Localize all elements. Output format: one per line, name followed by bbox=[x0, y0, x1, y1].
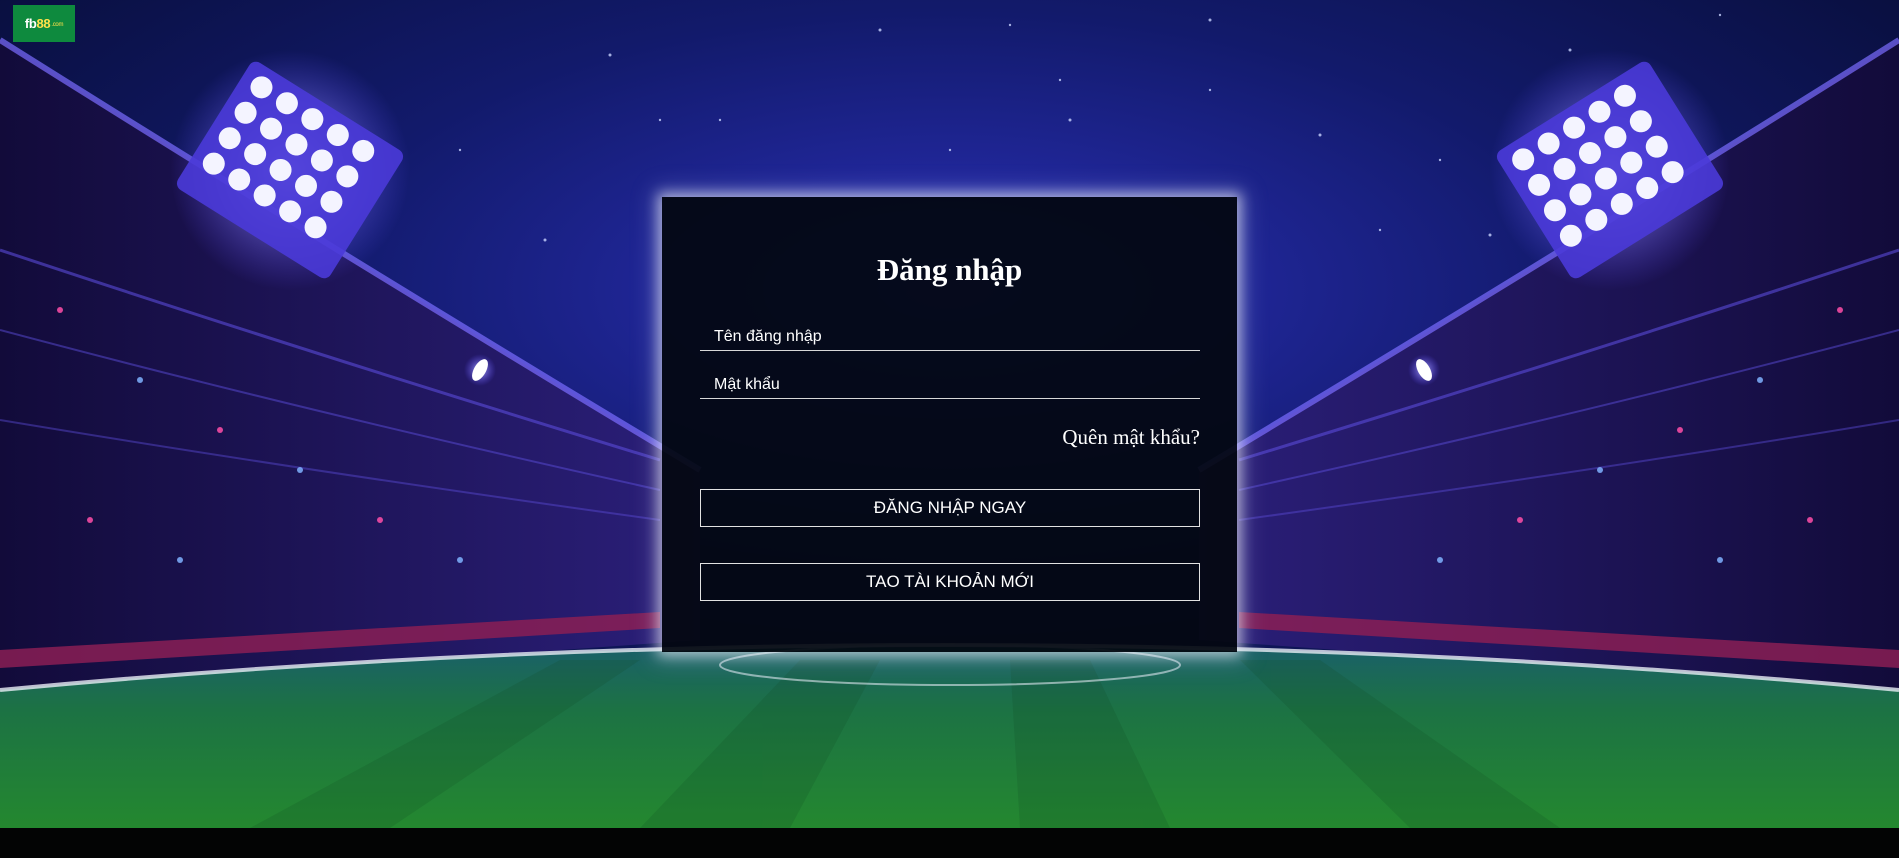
logo-text-domain: .com bbox=[51, 22, 64, 28]
username-field bbox=[700, 323, 1200, 351]
login-now-button[interactable]: ĐĂNG NHẬP NGAY bbox=[700, 489, 1200, 527]
logo-text-main: fb bbox=[24, 16, 37, 31]
bottom-bar bbox=[0, 828, 1899, 858]
password-field bbox=[700, 371, 1200, 399]
login-panel: Đăng nhập Quên mật khẩu? ĐĂNG NHẬP NGAY … bbox=[662, 197, 1237, 652]
username-input[interactable] bbox=[700, 323, 1200, 350]
password-input[interactable] bbox=[700, 371, 1200, 398]
fb88-logo[interactable]: fb 88 .com bbox=[13, 5, 75, 42]
logo-text-number: 88 bbox=[36, 16, 51, 31]
forgot-password-link[interactable]: Quên mật khẩu? bbox=[1062, 425, 1200, 450]
create-account-button[interactable]: TAO TÀI KHOẢN MỚI bbox=[700, 563, 1200, 601]
login-title: Đăng nhập bbox=[876, 252, 1023, 287]
